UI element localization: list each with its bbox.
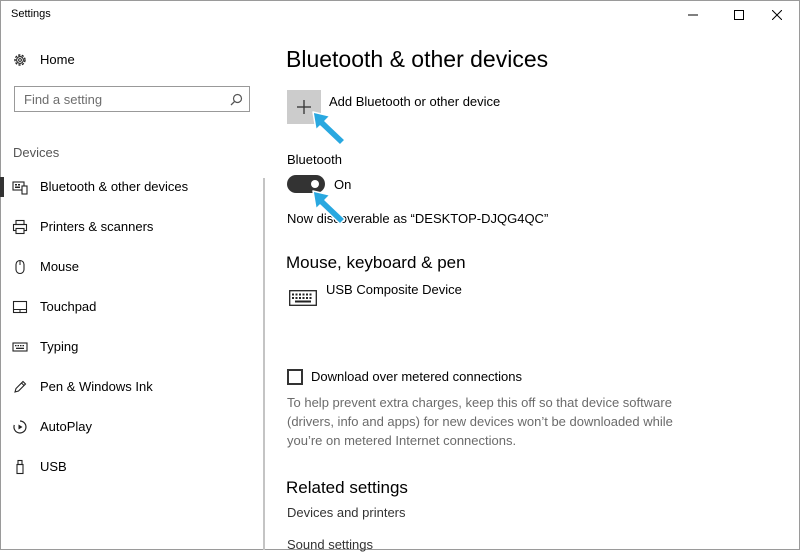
keyboard-icon [289, 290, 317, 306]
sidebar-item-usb[interactable]: USB [0, 447, 263, 487]
sidebar-item-autoplay[interactable]: AutoPlay [0, 407, 263, 447]
sidebar-item-touchpad[interactable]: Touchpad [0, 287, 263, 327]
sidebar-item-label: Touchpad [40, 299, 97, 314]
sidebar-item-label: Mouse [40, 259, 80, 274]
search-box[interactable] [14, 86, 250, 112]
close-button[interactable] [754, 0, 800, 30]
maximize-icon [734, 10, 744, 20]
plus-icon [297, 100, 311, 114]
page-title: Bluetooth & other devices [286, 46, 549, 72]
sidebar-home[interactable]: Home [0, 40, 263, 80]
sidebar-item-bluetooth[interactable]: Bluetooth & other devices [0, 167, 263, 207]
pen-icon [14, 380, 27, 393]
sidebar-item-label: Typing [40, 339, 79, 354]
mouse-keyboard-pen-heading: Mouse, keyboard & pen [286, 253, 466, 272]
window-title: Settings [11, 8, 51, 20]
arrow-pointer-icon [312, 190, 346, 225]
close-icon [772, 10, 782, 20]
sidebar-item-printers[interactable]: Printers & scanners [0, 207, 263, 247]
printer-icon [12, 219, 28, 235]
sidebar-item-label: Pen & Windows Ink [40, 379, 153, 394]
touchpad-icon [12, 300, 28, 314]
sidebar-item-label: Printers & scanners [40, 219, 154, 234]
link-devices-and-printers[interactable]: Devices and printers [287, 505, 406, 520]
bluetooth-devices-icon [12, 181, 28, 195]
metered-checkbox-label[interactable]: Download over metered connections [311, 369, 522, 384]
metered-help-text: To help prevent extra charges, keep this… [287, 395, 673, 448]
device-usb-composite[interactable]: USB Composite Device [326, 282, 462, 297]
mouse-icon [15, 259, 25, 275]
minimize-icon [688, 14, 698, 16]
autoplay-icon [13, 420, 27, 434]
related-settings-heading: Related settings [286, 478, 408, 497]
sidebar-item-pen[interactable]: Pen & Windows Ink [0, 367, 263, 407]
sidebar-section-devices: Devices [13, 145, 60, 160]
title-bar: Settings [0, 0, 800, 30]
sidebar-item-label: USB [40, 459, 67, 474]
sidebar-scrollbar[interactable] [263, 178, 265, 550]
gear-icon [14, 54, 26, 66]
add-device-label[interactable]: Add Bluetooth or other device [329, 94, 500, 109]
arrow-pointer-icon [312, 111, 346, 146]
metered-checkbox[interactable] [287, 369, 303, 385]
minimize-button[interactable] [670, 0, 716, 30]
sidebar-home-label: Home [40, 52, 75, 67]
search-icon[interactable] [230, 93, 243, 106]
bluetooth-label: Bluetooth [287, 152, 342, 167]
usb-icon [16, 459, 24, 475]
sidebar-item-mouse[interactable]: Mouse [0, 247, 263, 287]
sidebar-item-label: Bluetooth & other devices [40, 179, 189, 194]
toggle-knob [311, 180, 319, 188]
keyboard-icon [12, 342, 28, 352]
search-input[interactable] [15, 87, 224, 111]
sidebar-item-label: AutoPlay [40, 419, 93, 434]
sidebar-item-typing[interactable]: Typing [0, 327, 263, 367]
